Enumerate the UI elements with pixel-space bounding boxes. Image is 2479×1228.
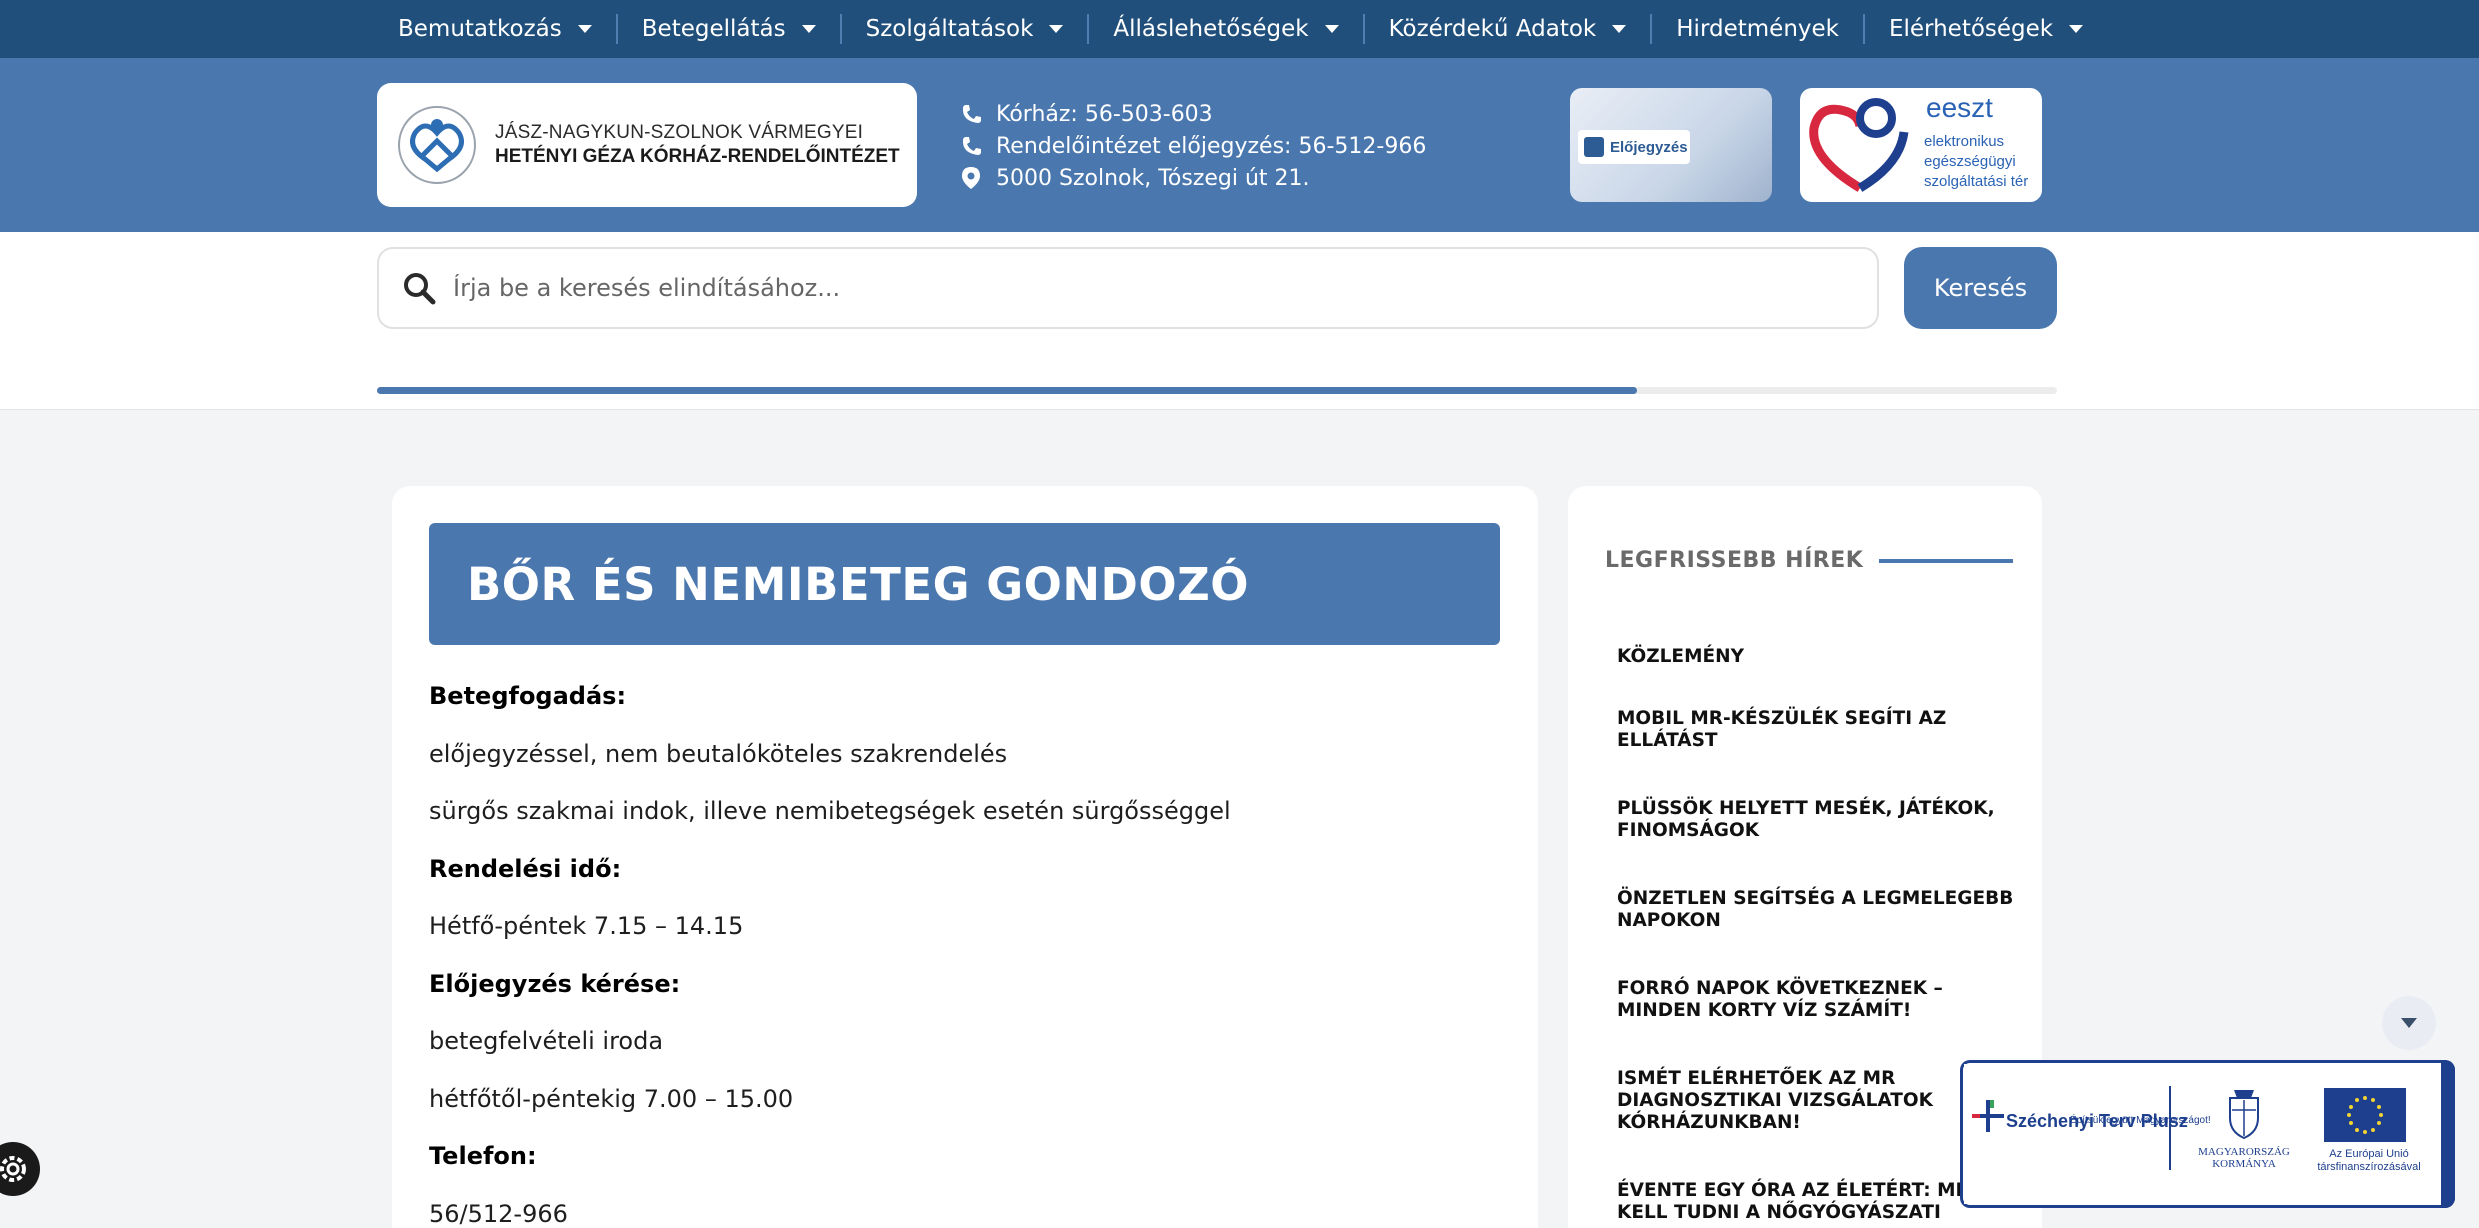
news-item[interactable]: KÖZLEMÉNY — [1617, 646, 2017, 668]
search-section: Keresés — [0, 232, 2479, 410]
news-item[interactable]: MOBIL MR-KÉSZÜLÉK SEGÍTI AZ ELLÁTÁST — [1617, 708, 2017, 752]
sponsor-inner: Széchenyi Terv Plusz Építsük együtt Magy… — [1964, 1064, 2442, 1204]
eeszt-badge[interactable]: eeszt elektronikus egészségügyi szolgált… — [1800, 88, 2042, 202]
top-navigation: Bemutatkozás Betegellátás Szolgáltatások… — [0, 0, 2479, 58]
caret-down-icon — [1612, 25, 1627, 33]
address-row[interactable]: 5000 Szolnok, Tószegi út 21. — [960, 162, 1426, 194]
nav-item-szolgaltatasok[interactable]: Szolgáltatások — [839, 14, 1088, 44]
hospital-phone-row[interactable]: Kórház: 56-503-603 — [960, 98, 1426, 130]
nav-label: Betegellátás — [641, 16, 786, 42]
sponsor-divider — [2169, 1086, 2171, 1170]
eu-funding-text: Az Európai Unió társfinanszírozásával — [2317, 1148, 2421, 1173]
page-title: BŐR ÉS NEMIBETEG GONDOZÓ — [467, 557, 1250, 611]
section-label: Betegfogadás: — [429, 682, 627, 710]
section-label: Rendelési idő: — [429, 854, 622, 883]
article-card: BŐR ÉS NEMIBETEG GONDOZÓ Betegfogadás: el… — [392, 486, 1538, 1228]
logo-hospital-name: HETÉNYI GÉZA KÓRHÁZ-RENDELŐINTÉZET — [495, 146, 900, 167]
body-text: hétfőtől-péntekig 7.00 – 15.00 — [429, 1084, 794, 1113]
body-text: előjegyzéssel, nem beutalóköteles szakre… — [429, 739, 1008, 768]
contact-info: Kórház: 56-503-603 Rendelőintézet előjeg… — [960, 98, 1426, 194]
body-text: betegfelvételi iroda — [429, 1027, 664, 1055]
news-item[interactable]: ISMÉT ELÉRHETŐEK AZ MR DIAGNOSZTIKAI VIZ… — [1617, 1068, 2017, 1134]
hospital-logo-icon — [398, 106, 476, 184]
hospital-phone-text: Kórház: 56-503-603 — [996, 101, 1213, 127]
caret-down-icon — [1049, 25, 1064, 33]
clinic-booking-text: Rendelőintézet előjegyzés: 56-512-966 — [996, 133, 1427, 159]
phone-icon — [960, 103, 982, 125]
settings-gear-button[interactable] — [0, 1142, 40, 1196]
nav-item-kozerdeku-adatok[interactable]: Közérdekű Adatok — [1362, 14, 1651, 44]
chevron-down-icon — [2401, 1018, 2417, 1028]
heading-underline — [1879, 558, 2014, 563]
logo-county: JÁSZ-NAGYKUN-SZOLNOK VÁRMEGYEI — [495, 122, 864, 143]
search-box — [377, 247, 1879, 329]
search-input[interactable] — [453, 274, 1833, 302]
news-item[interactable]: FORRÓ NAPOK KÖVETKEZNEK – MINDEN KORTY V… — [1617, 978, 2017, 1022]
news-item[interactable]: PLÜSSÖK HELYETT MESÉK, JÁTÉKOK, FINOMSÁG… — [1617, 798, 2017, 842]
elojegyzes-badge[interactable]: Előjegyzés — [1570, 88, 1772, 202]
calendar-icon — [1584, 137, 1604, 157]
eeszt-heart-icon — [1809, 98, 1909, 192]
news-list: KÖZLEMÉNY MOBIL MR-KÉSZÜLÉK SEGÍTI AZ ELL… — [1617, 646, 2017, 1228]
nav-label: Közérdekű Adatok — [1388, 16, 1597, 42]
nav-label: Szolgáltatások — [865, 16, 1034, 42]
map-pin-icon — [960, 167, 982, 189]
nav-item-bemutatkozas[interactable]: Bemutatkozás — [378, 14, 616, 44]
nav-list: Bemutatkozás Betegellátás Szolgáltatások… — [378, 0, 2107, 58]
nav-label: Hirdetmények — [1676, 16, 1839, 42]
nav-item-allaslehetosegek[interactable]: Álláslehetőségek — [1087, 14, 1362, 44]
sidebar-heading: LEGFRISSEBB HÍREK — [1605, 548, 2014, 573]
government-text: MAGYARORSZÁG KORMÁNYA — [2198, 1146, 2290, 1170]
nav-label: Álláslehetőségek — [1113, 16, 1309, 42]
section-label: Előjegyzés kérése: — [429, 969, 681, 998]
hospital-logo-link[interactable]: JÁSZ-NAGYKUN-SZOLNOK VÁRMEGYEI HETÉNYI G… — [377, 83, 917, 207]
szechenyi-cross-icon — [1972, 1100, 2004, 1132]
body-text: 56/512-966 — [429, 1199, 568, 1228]
nav-label: Bemutatkozás — [398, 16, 562, 42]
elojegyzes-label: Előjegyzés — [1610, 138, 1688, 156]
section-label: Telefon: — [429, 1142, 537, 1170]
szechenyi-tagline: Építsük együtt Magyarországot! — [2070, 1115, 2211, 1126]
search-icon — [404, 273, 436, 305]
progress-track — [377, 387, 2057, 394]
nav-item-elerhetosegek[interactable]: Elérhetőségek — [1862, 14, 2107, 44]
article-title-box: BŐR ÉS NEMIBETEG GONDOZÓ — [429, 523, 1500, 645]
clinic-booking-row[interactable]: Rendelőintézet előjegyzés: 56-512-966 — [960, 130, 1426, 162]
eeszt-title: eeszt — [1926, 92, 1993, 123]
logo-text: JÁSZ-NAGYKUN-SZOLNOK VÁRMEGYEI HETÉNYI G… — [495, 122, 900, 168]
caret-down-icon — [1324, 25, 1339, 33]
nav-item-hirdetmenyek[interactable]: Hirdetmények — [1650, 14, 1863, 44]
progress-fill — [377, 387, 1637, 394]
address-text: 5000 Szolnok, Tószegi út 21. — [996, 165, 1310, 191]
body-text: Hétfő-péntek 7.15 – 14.15 — [429, 912, 744, 940]
nav-item-betegellatas[interactable]: Betegellátás — [615, 14, 840, 44]
news-item[interactable]: ÖNZETLEN SEGÍTSÉG A LEGMELEGEBB NAPOKON — [1617, 888, 2017, 932]
elojegyzes-tag: Előjegyzés — [1578, 130, 1690, 164]
sponsor-banner[interactable]: Széchenyi Terv Plusz Építsük együtt Magy… — [1960, 1060, 2455, 1208]
nav-label: Elérhetőségek — [1888, 16, 2054, 42]
scroll-down-button[interactable] — [2382, 996, 2436, 1050]
search-button[interactable]: Keresés — [1904, 247, 2057, 329]
body-text: sürgős szakmai indok, illeve nemibetegsé… — [429, 797, 1231, 825]
szechenyi-title: Széchenyi Terv Plusz Építsük együtt Magy… — [2006, 1112, 2211, 1131]
news-item[interactable]: ÉVENTE EGY ÓRA AZ ÉLETÉRT: MIT KELL TUDN… — [1617, 1180, 2017, 1224]
eu-flag-icon — [2324, 1088, 2406, 1142]
site-header: JÁSZ-NAGYKUN-SZOLNOK VÁRMEGYEI HETÉNYI G… — [0, 58, 2479, 232]
sidebar-title: LEGFRISSEBB HÍREK — [1605, 548, 1864, 573]
coat-of-arms-icon — [2229, 1090, 2259, 1140]
caret-down-icon — [2069, 25, 2084, 33]
sponsor-stripe — [2441, 1060, 2455, 1208]
eeszt-subtitle: elektronikus egészségügyi szolgáltatási … — [1924, 133, 2029, 190]
article-content: Betegfogadás: előjegyzéssel, nem beutalók… — [429, 676, 1500, 1228]
gear-icon — [0, 1156, 26, 1182]
phone-icon — [960, 135, 982, 157]
caret-down-icon — [801, 25, 816, 33]
caret-down-icon — [577, 25, 592, 33]
